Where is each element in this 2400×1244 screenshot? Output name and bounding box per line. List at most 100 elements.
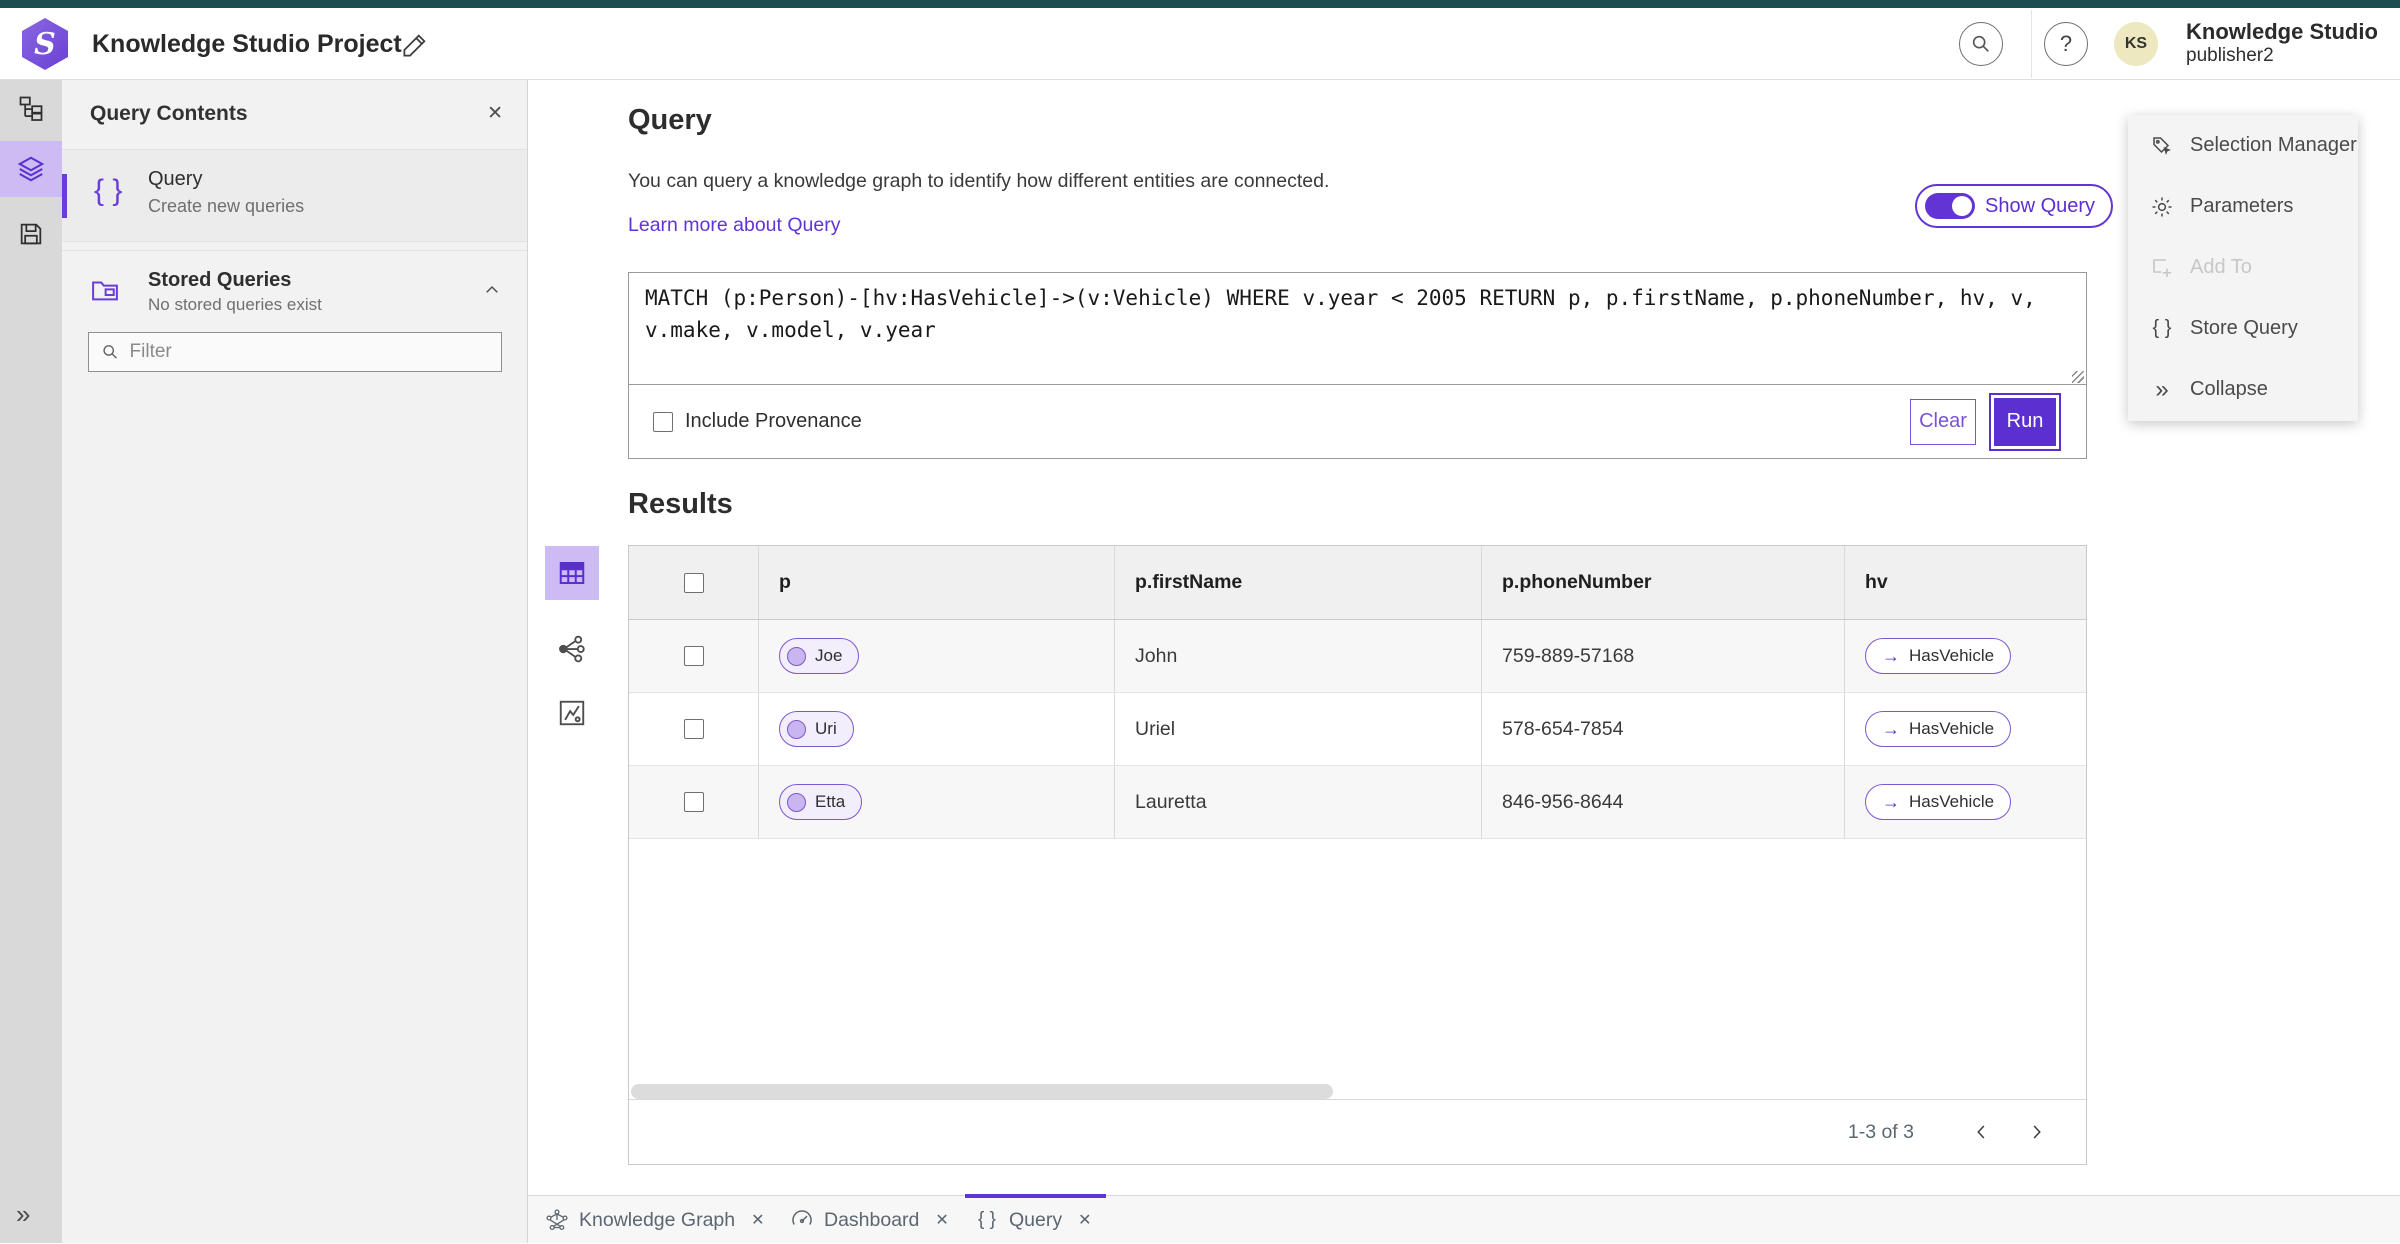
node-dot-icon: [787, 719, 806, 739]
toggle-knob: [1952, 196, 1972, 216]
select-all-checkbox[interactable]: [683, 572, 704, 593]
stored-queries-section[interactable]: Stored Queries No stored queries exist: [62, 250, 527, 336]
panel-title: Query Contents: [90, 102, 248, 125]
help-button[interactable]: ?: [2044, 22, 2088, 66]
close-tab-icon[interactable]: ✕: [935, 1210, 948, 1230]
selection-manager-item[interactable]: Selection Manager: [2128, 115, 2358, 176]
edit-title-icon[interactable]: [400, 30, 430, 60]
horizontal-scrollbar[interactable]: [631, 1084, 1333, 1099]
chart-icon: [559, 700, 585, 726]
search-icon: [1972, 35, 1989, 52]
chart-view-button[interactable]: [557, 698, 587, 728]
entity-pill[interactable]: Uri: [779, 711, 854, 747]
gear-icon: [2150, 195, 2174, 219]
relation-pill[interactable]: → HasVehicle: [1865, 638, 2012, 674]
top-bar: S Knowledge Studio Project ? KS Knowledg…: [0, 8, 2400, 80]
expand-rail-button[interactable]: »: [16, 1201, 30, 1227]
knowledge-graph-icon: [545, 1208, 569, 1232]
column-header-p[interactable]: p: [759, 546, 1115, 619]
query-actions-menu: Selection Manager Parameters Add To { } …: [2128, 115, 2358, 421]
close-tab-icon[interactable]: ✕: [1078, 1210, 1091, 1230]
rail-item-query-layers[interactable]: [0, 141, 62, 197]
pagination-range: 1-3 of 3: [1847, 1120, 1914, 1143]
results-view-switch: [545, 546, 599, 728]
results-heading: Results: [628, 488, 733, 520]
collapse-item[interactable]: » Collapse: [2128, 359, 2358, 420]
panel-header: Query Contents ✕: [62, 80, 527, 150]
braces-icon: { }: [2152, 317, 2172, 339]
row-checkbox[interactable]: [683, 792, 704, 812]
learn-more-link[interactable]: Learn more about Query: [628, 214, 840, 237]
relation-pill[interactable]: → HasVehicle: [1865, 711, 2012, 747]
next-page-button[interactable]: [2016, 1112, 2056, 1152]
chevron-left-icon: [1977, 1125, 1985, 1139]
include-provenance-checkbox[interactable]: [653, 411, 673, 432]
entity-pill[interactable]: Joe: [779, 638, 860, 674]
page-title: Query: [628, 104, 712, 136]
avatar[interactable]: KS: [2114, 22, 2158, 66]
parameters-item[interactable]: Parameters: [2128, 176, 2358, 237]
save-icon[interactable]: [17, 220, 45, 248]
product-name: Knowledge Studio: [2186, 19, 2378, 44]
table-icon: [559, 562, 585, 584]
tab-knowledge-graph[interactable]: Knowledge Graph ✕: [545, 1196, 765, 1244]
user-info: Knowledge Studio publisher2: [2186, 19, 2378, 67]
column-header-hv[interactable]: hv: [1845, 546, 2086, 619]
tab-dashboard[interactable]: Dashboard ✕: [790, 1196, 949, 1244]
top-accent-strip: [0, 0, 2400, 8]
chevron-up-icon[interactable]: [483, 281, 501, 299]
toggle-switch[interactable]: [1925, 193, 1975, 219]
app-logo[interactable]: S: [22, 18, 68, 70]
table-row: Joe John 759-889-57168 → HasVehicle: [629, 620, 2086, 693]
arrow-right-icon: →: [1882, 791, 1900, 812]
editor-toolbar: Include Provenance Clear Run: [629, 385, 2086, 458]
stored-queries-description: No stored queries exist: [148, 295, 322, 314]
layers-icon: [17, 156, 45, 182]
filter-input[interactable]: [129, 341, 489, 363]
filter-field: [88, 332, 502, 372]
chevron-right-icon: [2033, 1125, 2041, 1139]
clear-button[interactable]: Clear: [1910, 398, 1976, 445]
braces-icon: { }: [978, 1209, 996, 1230]
query-text-input[interactable]: MATCH (p:Person)-[hv:HasVehicle]->(v:Veh…: [629, 273, 2086, 385]
panel-close-icon[interactable]: ✕: [487, 102, 503, 125]
arrow-right-icon: →: [1882, 645, 1900, 666]
resize-handle[interactable]: [2072, 371, 2084, 383]
selection-manager-icon: [2150, 134, 2174, 158]
previous-page-button[interactable]: [1962, 1112, 2002, 1152]
braces-icon: { }: [94, 174, 123, 207]
pagination-bar: 1-3 of 3: [629, 1099, 2086, 1164]
double-chevron-right-icon: »: [2155, 375, 2169, 403]
username: publisher2: [2186, 44, 2274, 66]
add-to-icon: [2150, 256, 2174, 280]
tab-query[interactable]: { } Query ✕: [965, 1194, 1105, 1244]
folder-icon: [90, 275, 120, 305]
row-checkbox[interactable]: [683, 719, 704, 739]
main-content: Query You can query a knowledge graph to…: [528, 80, 2400, 1195]
results-table: p p.firstName p.phoneNumber hv Joe John …: [628, 545, 2087, 1165]
network-icon: [559, 635, 585, 663]
table-row: Etta Lauretta 846-956-8644 → HasVehicle: [629, 766, 2086, 839]
relation-pill[interactable]: → HasVehicle: [1865, 784, 2012, 820]
page-description: You can query a knowledge graph to ident…: [628, 170, 1330, 192]
add-to-item: Add To: [2128, 237, 2358, 298]
hierarchy-icon[interactable]: [17, 94, 45, 122]
run-button[interactable]: Run: [1994, 397, 2056, 446]
close-tab-icon[interactable]: ✕: [751, 1210, 764, 1230]
column-header-firstname[interactable]: p.firstName: [1115, 546, 1482, 619]
graph-view-button[interactable]: [557, 634, 587, 664]
store-query-item[interactable]: { } Store Query: [2128, 298, 2358, 359]
column-header-phonenumber[interactable]: p.phoneNumber: [1482, 546, 1845, 619]
cell-firstname: Lauretta: [1115, 766, 1482, 838]
table-view-button[interactable]: [545, 546, 599, 600]
panel-item-query[interactable]: { } Query Create new queries: [62, 150, 527, 242]
node-dot-icon: [787, 646, 806, 666]
show-query-toggle[interactable]: Show Query: [1915, 184, 2114, 228]
cell-firstname: Uriel: [1115, 693, 1482, 765]
left-icon-rail: »: [0, 80, 62, 1243]
help-icon: ?: [2059, 31, 2073, 56]
search-button[interactable]: [1959, 22, 2003, 66]
search-icon: [103, 345, 117, 359]
row-checkbox[interactable]: [683, 646, 704, 666]
entity-pill[interactable]: Etta: [779, 784, 863, 820]
